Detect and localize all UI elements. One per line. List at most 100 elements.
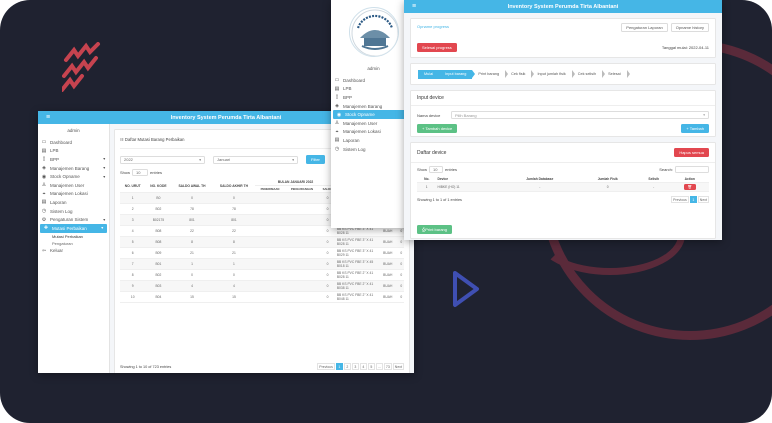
sidebar-item-keluar[interactable]: ⇦ Keluar xyxy=(38,247,109,256)
page-button[interactable]: 4 xyxy=(359,363,367,370)
step-item[interactable]: Selesai xyxy=(602,69,630,79)
entries-select[interactable]: 10 xyxy=(132,169,149,176)
clock-icon: ◷ xyxy=(334,146,340,153)
hapus-semua-button[interactable]: Hapus semua xyxy=(674,148,709,157)
column-header: PENGURANGAN xyxy=(284,185,320,193)
table-cell xyxy=(255,236,285,248)
page-button[interactable]: 3 xyxy=(351,363,359,370)
filter-button[interactable]: Filter xyxy=(306,155,325,164)
table-cell xyxy=(255,192,285,204)
table-cell: 10 xyxy=(120,291,146,303)
tambah-button[interactable]: + Tambah xyxy=(681,124,709,133)
device-select[interactable]: Pilih Barang ▾ xyxy=(451,111,709,119)
table-row: 6 B09 21 21 0 BB KS PVC FBE 3" X 41 B029 11 BU… xyxy=(120,247,404,259)
tambah-device-button[interactable]: + Tambah device xyxy=(417,124,458,133)
column-header[interactable]: NO. KODE xyxy=(145,179,172,193)
gear-icon: ⚙ xyxy=(41,216,47,223)
table-cell xyxy=(255,269,285,281)
table-cell xyxy=(255,225,285,237)
table-cell: 1 xyxy=(417,182,437,192)
month-select[interactable]: Januari ▾ xyxy=(213,155,298,164)
sidebar-item-label: Dashboard xyxy=(343,77,366,83)
breadcrumb[interactable]: Opname progress xyxy=(417,24,449,29)
table-info: Showing 1 to 10 of 723 entries xyxy=(120,364,172,369)
sidebar-item-dashboard[interactable]: ▭ Dashboard xyxy=(38,138,109,147)
progress-steps: Mulai Input barang Print barang Cek fisik In… xyxy=(411,68,634,80)
sidebar-item-stock-opname[interactable]: ◉Stock Opname▼ xyxy=(38,172,109,181)
pengaturan-laporan-button[interactable]: Pengaturan Laporan xyxy=(621,23,668,32)
sidebar-item-label: Manajemen User xyxy=(343,120,378,126)
sidebar-item-manajemen-user[interactable]: ♙ Manajemen User xyxy=(38,181,109,190)
table-cell: B02 xyxy=(145,203,172,215)
sidebar-item-manajemen-lokasi[interactable]: ⌖ Manajemen Lokasi xyxy=(38,190,109,199)
report-icon: ▤ xyxy=(41,199,47,206)
trash-icon: 🗑 xyxy=(687,185,692,189)
decorative-zigzag xyxy=(62,42,100,92)
submenu-item[interactable]: Pengaturan xyxy=(38,240,109,247)
sidebar-item-pengaturan-sistem[interactable]: ⚙ Pengaturan Sistem ▼ xyxy=(38,215,109,224)
opname-history-button[interactable]: Opname history xyxy=(670,23,709,32)
background-stage: ≡ Inventory System Perumda Tirta Albanta… xyxy=(0,0,772,423)
steps-card: Mulai Input barang Print barang Cek fisik In… xyxy=(410,63,716,85)
table-cell: 0 xyxy=(319,258,336,270)
delete-button[interactable]: 🗑 xyxy=(683,184,696,190)
table-cell: 4 xyxy=(120,225,146,237)
table-cell: B04 xyxy=(145,291,172,303)
sidebar-item-sistem-log[interactable]: ◷ Sistem Log xyxy=(38,207,109,216)
chevron-down-icon: ▾ xyxy=(199,157,201,162)
selesai-progress-button[interactable]: Selesai progress xyxy=(417,43,457,52)
sidebar-item-label: Sistem Log xyxy=(50,208,73,214)
search-input[interactable] xyxy=(675,166,709,173)
column-header[interactable]: SALDO AWAL TH xyxy=(171,179,213,193)
entries-select[interactable]: 10 xyxy=(429,166,444,173)
page-button[interactable]: 2 xyxy=(343,363,351,370)
page-button[interactable]: 1 xyxy=(689,196,697,203)
table-cell: BUAH xyxy=(379,247,396,259)
tanggal-mulai: Tanggal mulai: 2022-04-11 xyxy=(661,45,709,50)
sidebar: admin ▭Dashboard▤LPB▯BPP▼◈Manajemen Bara… xyxy=(38,124,110,373)
sidebar-item-manajemen-barang[interactable]: ◈ Manajemen Barang ▼ xyxy=(38,164,109,173)
column-header[interactable]: NO. URUT xyxy=(120,179,146,193)
entries-label: entries xyxy=(445,167,458,172)
search-label: Search: xyxy=(659,167,673,172)
table-cell: - xyxy=(501,182,579,192)
sidebar-item-mutasi-perbaikan[interactable]: ✚ Mutasi Perbaikan ▼ xyxy=(40,223,107,233)
sidebar-item-lpb[interactable]: ▤ LPB xyxy=(38,147,109,156)
page-button[interactable]: Previous xyxy=(671,196,689,203)
sidebar-item-label: Dashboard xyxy=(50,139,73,145)
print-barang-button[interactable]: ⎙ Print barang xyxy=(417,225,452,234)
table-cell: - xyxy=(636,182,671,192)
step-item[interactable]: Mulai xyxy=(418,69,443,79)
sidebar-item-laporan[interactable]: ▤ Laporan xyxy=(38,198,109,207)
step-item[interactable]: Cek fisik xyxy=(505,69,535,79)
step-item[interactable]: Cek selisih xyxy=(572,69,606,79)
page-button[interactable]: 5 xyxy=(367,363,375,370)
menu-icon[interactable]: ≡ xyxy=(412,3,416,10)
sidebar-item-bpp[interactable]: ▯ BPP ▼ xyxy=(38,155,109,164)
step-item[interactable]: Input jumlah fisik xyxy=(531,69,575,79)
page-button[interactable]: ... xyxy=(375,363,383,370)
document-icon: ▤ xyxy=(334,85,340,92)
decorative-triangle xyxy=(453,271,479,307)
sidebar-item-stock-opname[interactable]: ◉Stock Opname▼ xyxy=(333,110,414,119)
page-button[interactable]: Previous xyxy=(317,363,335,370)
step-item[interactable]: Input barang xyxy=(439,69,476,79)
table-cell xyxy=(284,214,320,226)
page-button[interactable]: 1 xyxy=(335,363,343,370)
year-select[interactable]: 2022 ▾ xyxy=(120,155,205,164)
page-button[interactable]: 73 xyxy=(383,363,392,370)
page-button[interactable]: Next xyxy=(392,363,404,370)
step-item[interactable]: Print barang xyxy=(472,69,509,79)
table-cell: 0 xyxy=(212,192,256,204)
sidebar-item-label: Laporan xyxy=(50,199,67,205)
sidebar-item-label: Manajemen User xyxy=(50,182,85,188)
menu-icon[interactable]: ≡ xyxy=(46,114,50,121)
sidebar-item-label: LPB xyxy=(50,148,59,154)
logout-icon: ⇦ xyxy=(41,247,47,254)
map-icon: ⌖ xyxy=(335,128,339,135)
table-cell xyxy=(255,258,285,270)
pagination: Previous 1 Next xyxy=(671,196,709,203)
page-button[interactable]: Next xyxy=(697,196,709,203)
submenu-item[interactable]: Mutasi Perbaikan xyxy=(38,233,109,240)
column-header[interactable]: SALDO AKHIR TH xyxy=(212,179,256,193)
